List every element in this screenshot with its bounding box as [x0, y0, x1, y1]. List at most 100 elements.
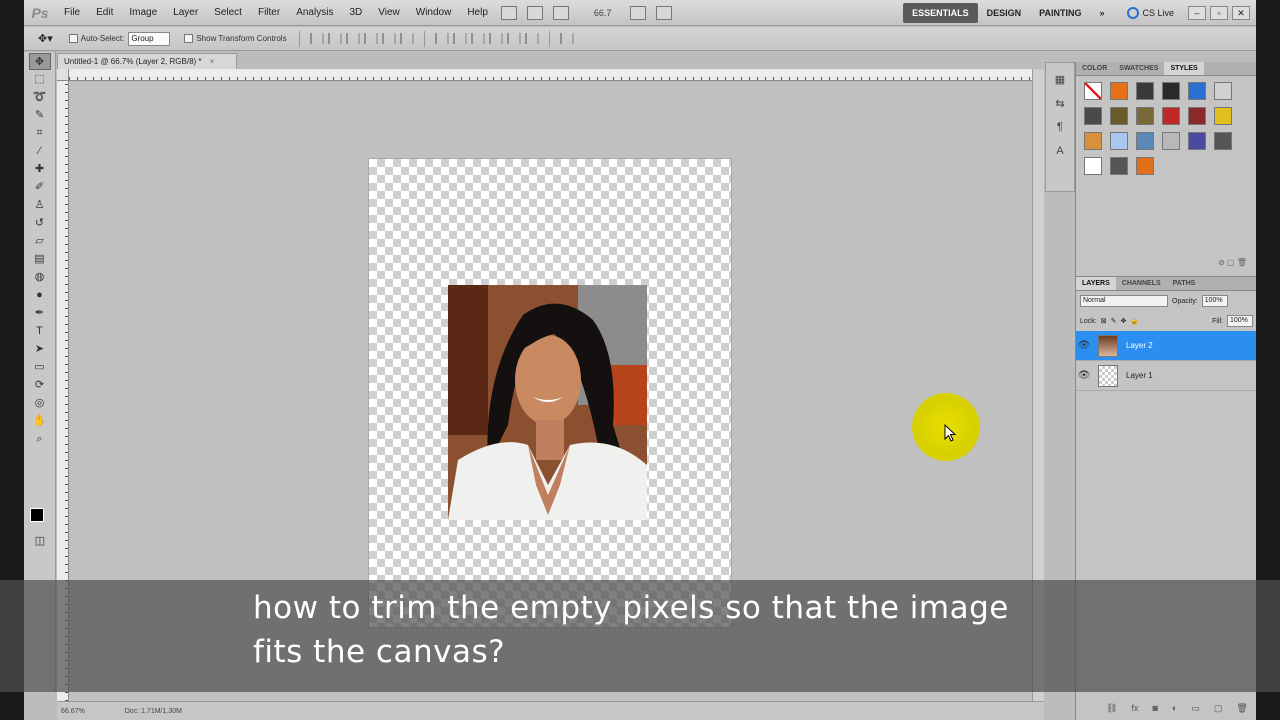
style-swatch[interactable]: [1110, 132, 1128, 150]
restore-button[interactable]: ▫: [1210, 5, 1228, 20]
visibility-eye-icon[interactable]: 👁: [1076, 370, 1092, 381]
align-bottom-icon[interactable]: [345, 33, 360, 44]
healing-brush-tool-icon[interactable]: ✚: [29, 161, 51, 178]
path-selection-tool-icon[interactable]: ➤: [29, 341, 51, 358]
histogram-icon[interactable]: ▦: [1051, 73, 1069, 87]
visibility-eye-icon[interactable]: 👁: [1076, 340, 1092, 351]
character-icon[interactable]: A: [1051, 145, 1069, 159]
opacity-input[interactable]: 100%: [1201, 295, 1228, 307]
style-swatch[interactable]: [1162, 82, 1180, 100]
mini-bridge-icon[interactable]: [526, 5, 543, 20]
style-swatch[interactable]: [1136, 107, 1154, 125]
bridge-icon[interactable]: [500, 5, 517, 20]
type-tool-icon[interactable]: T: [29, 323, 51, 340]
distribute-top-icon[interactable]: [434, 33, 449, 44]
distribute-right-icon[interactable]: [524, 33, 539, 44]
pen-tool-icon[interactable]: ✒: [29, 305, 51, 322]
history-icon[interactable]: ⇆: [1051, 97, 1069, 111]
style-swatch[interactable]: [1110, 157, 1128, 175]
history-brush-tool-icon[interactable]: ↺: [29, 215, 51, 232]
style-swatch[interactable]: [1084, 132, 1102, 150]
styles-footer-icons[interactable]: ⊘ ▢ 🗑: [1076, 258, 1256, 272]
lock-transparent-icon[interactable]: ⊠: [1101, 317, 1107, 325]
style-swatch[interactable]: [1084, 157, 1102, 175]
move-tool-preset-icon[interactable]: ✥▾: [38, 32, 53, 45]
distribute-left-icon[interactable]: [488, 33, 503, 44]
auto-select-checkbox[interactable]: [68, 34, 78, 43]
tab-styles[interactable]: STYLES: [1164, 62, 1204, 75]
cs-live-button[interactable]: CS Live: [1127, 6, 1174, 19]
foreground-color-swatch[interactable]: [30, 508, 44, 522]
horizontal-ruler[interactable]: [69, 69, 1032, 81]
align-hcenter-icon[interactable]: [381, 33, 396, 44]
distribute-bottom-icon[interactable]: [470, 33, 485, 44]
brush-tool-icon[interactable]: ✐: [29, 179, 51, 196]
style-swatch[interactable]: [1214, 82, 1232, 100]
style-swatch[interactable]: [1084, 107, 1102, 125]
layer-row[interactable]: 👁 Layer 1: [1076, 361, 1256, 391]
clone-stamp-tool-icon[interactable]: ♙: [29, 197, 51, 214]
3d-rotate-tool-icon[interactable]: ⟳: [29, 377, 51, 394]
paragraph-icon[interactable]: ¶: [1051, 121, 1069, 135]
style-swatch[interactable]: [1188, 132, 1206, 150]
blend-mode-select[interactable]: Normal: [1080, 295, 1168, 307]
link-layers-icon[interactable]: ⛓: [1106, 703, 1117, 714]
menu-edit[interactable]: Edit: [88, 0, 121, 26]
menu-3d[interactable]: 3D: [341, 0, 370, 26]
menu-help[interactable]: Help: [459, 0, 496, 26]
3d-orbit-tool-icon[interactable]: ◎: [29, 395, 51, 412]
style-swatch[interactable]: [1136, 132, 1154, 150]
adjustment-layer-icon[interactable]: ◐: [1172, 703, 1177, 714]
zoom-tool-icon[interactable]: ⌕: [29, 431, 51, 448]
menu-window[interactable]: Window: [408, 0, 460, 26]
gradient-tool-icon[interactable]: ▤: [29, 251, 51, 268]
layer-row[interactable]: 👁 Layer 2: [1076, 331, 1256, 361]
tab-layers[interactable]: LAYERS: [1076, 277, 1116, 290]
align-vcenter-icon[interactable]: [327, 33, 342, 44]
show-transform-checkbox[interactable]: [184, 34, 194, 43]
menu-analysis[interactable]: Analysis: [288, 0, 341, 26]
tab-paths[interactable]: PATHS: [1167, 277, 1202, 290]
new-layer-icon[interactable]: ▢: [1214, 703, 1223, 714]
style-swatch[interactable]: [1162, 132, 1180, 150]
distribute-vcenter-icon[interactable]: [452, 33, 467, 44]
marquee-tool-icon[interactable]: ⬚: [29, 71, 51, 88]
close-button[interactable]: ✕: [1232, 5, 1250, 20]
style-swatch[interactable]: [1214, 132, 1232, 150]
new-group-icon[interactable]: ▭: [1191, 703, 1200, 714]
hand-tool-icon[interactable]: ✋: [29, 413, 51, 430]
workspace-more[interactable]: »: [1090, 3, 1113, 23]
auto-align-icon[interactable]: [559, 33, 574, 44]
delete-layer-icon[interactable]: 🗑: [1236, 703, 1247, 714]
workspace-essentials[interactable]: ESSENTIALS: [903, 2, 978, 23]
menu-image[interactable]: Image: [121, 0, 165, 26]
ruler-origin[interactable]: [57, 69, 69, 81]
close-document-icon[interactable]: ×: [210, 57, 215, 66]
minimize-button[interactable]: –: [1188, 5, 1206, 20]
menu-layer[interactable]: Layer: [165, 0, 206, 26]
zoom-level[interactable]: 66.7: [594, 8, 612, 18]
shape-tool-icon[interactable]: ▭: [29, 359, 51, 376]
style-swatch[interactable]: [1188, 82, 1206, 100]
status-zoom[interactable]: 66.67%: [61, 708, 85, 715]
eraser-tool-icon[interactable]: ▱: [29, 233, 51, 250]
style-swatch[interactable]: [1110, 82, 1128, 100]
style-swatch[interactable]: [1110, 107, 1128, 125]
style-swatch[interactable]: [1136, 157, 1154, 175]
fill-input[interactable]: 100%: [1227, 315, 1253, 327]
status-doc-size[interactable]: Doc: 1.71M/1.30M: [125, 708, 182, 715]
crop-tool-icon[interactable]: ⌗: [29, 125, 51, 142]
workspace-painting[interactable]: PAINTING: [1030, 3, 1090, 23]
tab-channels[interactable]: CHANNELS: [1116, 277, 1167, 290]
lock-image-icon[interactable]: ✎: [1111, 317, 1117, 325]
layer-mask-icon[interactable]: ◙: [1152, 703, 1157, 714]
view-extras-icon[interactable]: [552, 5, 569, 20]
menu-select[interactable]: Select: [206, 0, 250, 26]
eyedropper-tool-icon[interactable]: ⁄: [29, 143, 51, 160]
portrait-photo-layer[interactable]: [448, 285, 647, 520]
document-tab[interactable]: Untitled-1 @ 66.7% (Layer 2, RGB/8) * ×: [57, 53, 237, 69]
lock-all-icon[interactable]: 🔒: [1130, 317, 1139, 325]
align-top-icon[interactable]: [309, 33, 324, 44]
style-swatch[interactable]: [1084, 82, 1102, 100]
style-swatch[interactable]: [1214, 107, 1232, 125]
